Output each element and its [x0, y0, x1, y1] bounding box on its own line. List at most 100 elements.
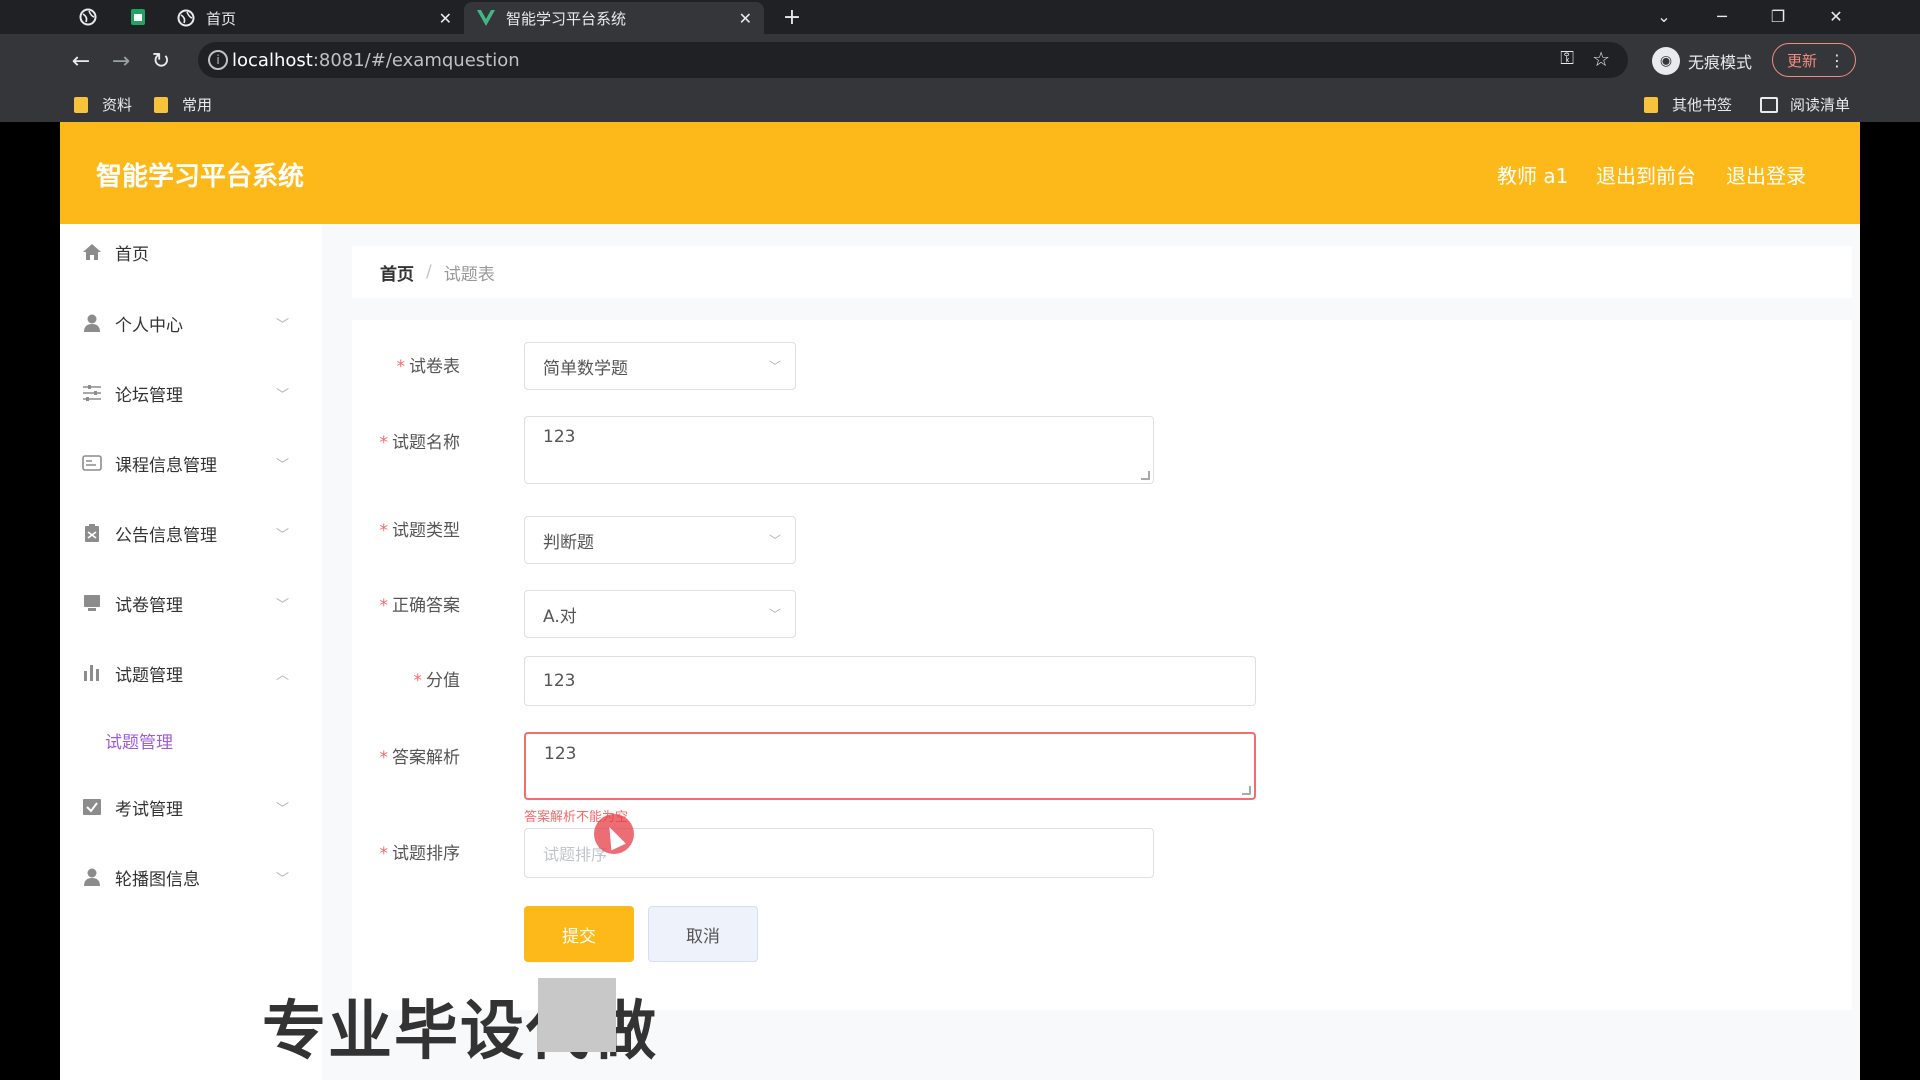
sheets-icon[interactable] — [124, 4, 152, 30]
answer-value: A.对 — [543, 606, 577, 627]
app-header: 智能学习平台系统 教师 a1 退出到前台 退出登录 — [60, 122, 1860, 224]
sidebar-item-forum[interactable]: 论坛管理 ﹀ — [60, 368, 322, 418]
score-value: 123 — [543, 671, 576, 691]
bookmarks-bar: 资料 常用 其他书签 阅读清单 — [0, 86, 1920, 122]
submenu-item-question[interactable]: 试题管理 — [105, 728, 173, 753]
close-icon[interactable]: ✕ — [739, 9, 752, 28]
back-icon[interactable]: ← — [66, 46, 96, 76]
breadcrumb: 首页 / 试题表 — [352, 246, 1852, 298]
paper-select[interactable]: 简单数学题 ﹀ — [524, 342, 796, 390]
url-text: localhost:8081/#/examquestion — [232, 50, 520, 71]
sidebar-item-label: 考试管理 — [115, 799, 183, 820]
sidebar-item-question[interactable]: 试题管理 ︿ — [60, 648, 322, 698]
exit-to-front-link[interactable]: 退出到前台 — [1596, 160, 1696, 189]
clipboard-icon — [82, 523, 102, 543]
new-tab-icon[interactable]: + — [778, 4, 806, 30]
update-button[interactable]: 更新 ⋮ — [1772, 43, 1856, 77]
sidebar-item-label: 试题管理 — [115, 665, 183, 686]
star-icon[interactable]: ☆ — [1592, 47, 1610, 71]
key-icon[interactable]: ⚿ — [1560, 48, 1574, 69]
sidebar: 首页 个人中心 ﹀ 论坛管理 ﹀ 课程信息管理 ﹀ 公告信息管理 ﹀ 试卷管理 … — [60, 224, 322, 1080]
cancel-button[interactable]: 取消 — [648, 906, 758, 962]
chevron-down-icon: ﹀ — [276, 317, 290, 333]
sidebar-item-carousel[interactable]: 轮播图信息 ﹀ — [60, 852, 322, 902]
card-icon — [82, 453, 102, 473]
name-label: * 试题名称 — [379, 433, 461, 453]
chevron-down-icon: ﹀ — [276, 527, 290, 543]
tab-label: 智能学习平台系统 — [506, 9, 627, 28]
monitor-icon — [82, 593, 102, 613]
restore-icon[interactable]: ❐ — [1758, 3, 1798, 29]
browser-toolbar: ← → ↻ i localhost:8081/#/examquestion ⚿ … — [0, 34, 1920, 86]
reading-list[interactable]: 阅读清单 — [1760, 94, 1850, 115]
browser-globe-icon[interactable] — [74, 4, 102, 30]
resize-handle-icon[interactable] — [1242, 786, 1251, 795]
folder-icon — [154, 96, 168, 113]
incognito-indicator[interactable]: ◉ 无痕模式 — [1652, 47, 1752, 75]
reload-icon[interactable]: ↻ — [146, 46, 176, 76]
main-content: 首页 / 试题表 * 试卷表 简单数学题 ﹀ * 试题名称 123 * 试题类型 判断… — [322, 224, 1860, 1080]
order-label: * 试题排序 — [379, 844, 461, 864]
chevron-down-icon: ﹀ — [276, 387, 290, 403]
reading-list-label: 阅读清单 — [1790, 96, 1851, 114]
browser-tab-bar: 首页 ✕ 智能学习平台系统 ✕ + ⌄ ─ ❐ ✕ — [0, 0, 1920, 34]
sidebar-item-home[interactable]: 首页 — [60, 227, 322, 277]
bookmark-folder[interactable]: 资料 — [74, 94, 132, 115]
bookmark-label: 资料 — [102, 96, 133, 114]
minimize-icon[interactable]: ─ — [1702, 3, 1742, 29]
chevron-down-icon: ﹀ — [276, 801, 290, 817]
chevron-down-icon: ﹀ — [276, 871, 290, 887]
checkbox-icon — [82, 797, 102, 817]
sidebar-item-exam[interactable]: 考试管理 ﹀ — [60, 782, 322, 832]
info-icon[interactable]: i — [208, 50, 228, 70]
question-form: * 试卷表 简单数学题 ﹀ * 试题名称 123 * 试题类型 判断题 ﹀ * 正确答案… — [352, 320, 1852, 1010]
analysis-value: 123 — [544, 744, 577, 764]
answer-label: * 正确答案 — [379, 596, 461, 616]
breadcrumb-home[interactable]: 首页 — [380, 260, 414, 285]
watermark-blur — [538, 978, 616, 1052]
sidebar-item-label: 论坛管理 — [115, 385, 183, 406]
sidebar-item-profile[interactable]: 个人中心 ﹀ — [60, 298, 322, 348]
sidebar-item-paper[interactable]: 试卷管理 ﹀ — [60, 578, 322, 628]
web-page: 智能学习平台系统 教师 a1 退出到前台 退出登录 首页 个人中心 ﹀ 论坛管理… — [60, 122, 1860, 1080]
submit-button[interactable]: 提交 — [524, 906, 634, 962]
globe-icon — [176, 8, 196, 28]
bookmark-folder[interactable]: 常用 — [154, 94, 212, 115]
score-input[interactable]: 123 — [524, 656, 1256, 706]
type-value: 判断题 — [543, 532, 594, 553]
analysis-label: * 答案解析 — [379, 748, 461, 768]
close-window-icon[interactable]: ✕ — [1816, 3, 1856, 29]
home-icon — [82, 242, 102, 262]
tab-app[interactable]: 智能学习平台系统 ✕ — [464, 2, 764, 34]
name-value: 123 — [543, 427, 576, 447]
name-textarea[interactable]: 123 — [524, 416, 1154, 484]
sidebar-item-label: 首页 — [115, 244, 149, 265]
sidebar-item-course[interactable]: 课程信息管理 ﹀ — [60, 438, 322, 488]
chevron-down-icon[interactable]: ⌄ — [1644, 3, 1684, 29]
analysis-textarea[interactable]: 123 — [524, 732, 1256, 800]
vue-logo-icon — [476, 8, 496, 28]
forward-icon[interactable]: → — [106, 46, 136, 76]
tab-label: 首页 — [206, 9, 237, 28]
answer-select[interactable]: A.对 ﹀ — [524, 590, 796, 638]
type-select[interactable]: 判断题 ﹀ — [524, 516, 796, 564]
tab-home[interactable]: 首页 ✕ — [164, 2, 464, 34]
update-label: 更新 — [1787, 51, 1818, 70]
folder-icon — [74, 96, 88, 113]
sidebar-item-notice[interactable]: 公告信息管理 ﹀ — [60, 508, 322, 558]
bar-chart-icon — [82, 663, 102, 683]
logout-link[interactable]: 退出登录 — [1726, 160, 1806, 189]
folder-icon — [1644, 96, 1658, 113]
close-icon[interactable]: ✕ — [439, 9, 452, 28]
other-bookmarks-label: 其他书签 — [1672, 96, 1733, 114]
chevron-up-icon: ︿ — [276, 667, 290, 683]
type-label: * 试题类型 — [379, 521, 461, 541]
chevron-down-icon: ﹀ — [276, 457, 290, 473]
resize-handle-icon[interactable] — [1141, 471, 1150, 480]
paper-label: * 试卷表 — [396, 357, 461, 377]
address-bar[interactable]: i localhost:8081/#/examquestion ⚿ ☆ — [198, 42, 1628, 78]
paper-value: 简单数学题 — [543, 358, 628, 379]
chevron-down-icon: ﹀ — [768, 359, 781, 374]
other-bookmarks[interactable]: 其他书签 — [1644, 94, 1732, 115]
sidebar-item-label: 公告信息管理 — [115, 525, 217, 546]
